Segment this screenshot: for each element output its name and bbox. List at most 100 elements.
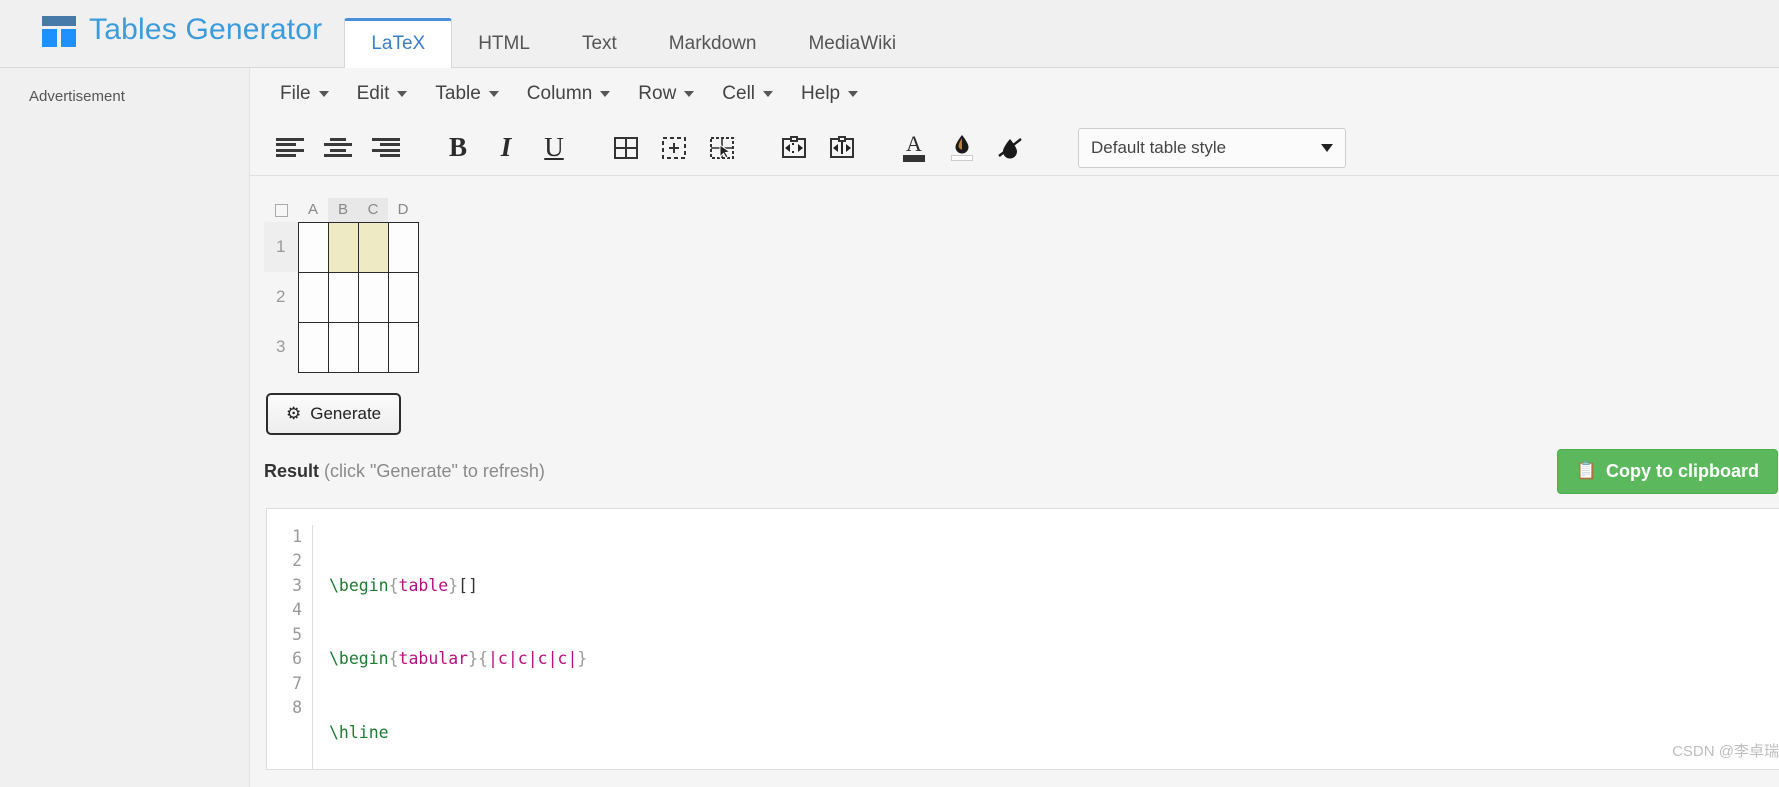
fill-color-swatch [951, 155, 973, 161]
cell-a2[interactable] [297, 271, 329, 323]
text-color-button[interactable]: A [892, 128, 936, 168]
cell-d1[interactable] [387, 221, 419, 273]
cell-b2[interactable] [327, 271, 359, 323]
table-style-select[interactable]: Default table style [1078, 127, 1346, 168]
bold-button[interactable]: B [436, 128, 480, 168]
menu-help-label: Help [801, 83, 841, 104]
borders-all-button[interactable] [604, 128, 648, 168]
editor-main: File Edit Table Column Row Cell Help B I… [250, 68, 1779, 787]
align-left-button[interactable] [268, 128, 312, 168]
menu-help[interactable]: Help [787, 77, 872, 111]
menu-edit[interactable]: Edit [343, 77, 422, 111]
underline-button[interactable]: U [532, 128, 576, 168]
text-color-icon: A [906, 130, 922, 156]
cell-b1[interactable] [327, 221, 359, 273]
chevron-down-icon [600, 91, 611, 97]
clear-formatting-button[interactable] [988, 128, 1032, 168]
gears-icon: ⚙ [286, 403, 302, 423]
select-all-checkbox[interactable] [274, 203, 288, 217]
align-right-button[interactable] [364, 128, 408, 168]
result-hint: (click "Generate" to refresh) [324, 460, 545, 481]
latex-output-panel[interactable]: 1 2 3 4 5 6 7 8 \begin{table}[] \begin{t… [266, 507, 1779, 770]
split-cells-button[interactable] [820, 128, 864, 168]
tab-mediawiki[interactable]: MediaWiki [782, 20, 922, 67]
bold-icon: B [448, 132, 467, 162]
formatting-toolbar: B I U A Default table style [250, 120, 1779, 176]
tab-latex[interactable]: LaTeX [344, 18, 453, 68]
line-number: 4 [292, 600, 302, 619]
menu-row[interactable]: Row [624, 77, 708, 111]
align-left-icon [276, 137, 304, 158]
table-logo-icon [42, 13, 76, 47]
result-label: Result (click "Generate" to refresh) [264, 461, 545, 482]
column-header-c[interactable]: C [358, 198, 388, 222]
chevron-down-icon [848, 91, 859, 97]
column-header-a[interactable]: A [298, 198, 328, 222]
code-line: \begin{tabular}{|c|c|c|c|} [329, 649, 588, 668]
menu-file[interactable]: File [266, 77, 343, 111]
brand[interactable]: Tables Generator [0, 0, 322, 67]
tab-html[interactable]: HTML [452, 20, 556, 67]
row-header-1[interactable]: 1 [264, 222, 298, 272]
line-number: 1 [292, 526, 302, 546]
fill-color-button[interactable] [940, 128, 984, 168]
clipboard-icon: 📋 [1575, 461, 1597, 480]
borders-selection-button[interactable] [700, 128, 744, 168]
menu-row-label: Row [638, 83, 677, 104]
column-header-row: A B C D [264, 198, 418, 222]
borders-none-button[interactable] [652, 128, 696, 168]
menu-table[interactable]: Table [421, 77, 512, 111]
line-number: 5 [292, 624, 302, 644]
table-row: 2 [264, 271, 419, 323]
cell-a1[interactable] [297, 221, 329, 273]
chevron-down-icon [397, 91, 408, 97]
cell-b3[interactable] [327, 321, 359, 373]
cell-c1[interactable] [357, 221, 389, 273]
tab-text[interactable]: Text [556, 20, 643, 67]
text-color-swatch [903, 154, 925, 162]
menu-column-label: Column [526, 83, 593, 104]
align-right-icon [372, 137, 400, 158]
menu-column[interactable]: Column [513, 77, 624, 111]
menubar: File Edit Table Column Row Cell Help [250, 68, 1779, 120]
column-header-b[interactable]: B [328, 198, 358, 222]
tab-markdown[interactable]: Markdown [643, 20, 783, 67]
brand-title: Tables Generator [89, 13, 323, 46]
borders-all-icon [614, 136, 638, 159]
copy-to-clipboard-button[interactable]: 📋 Copy to clipboard [1556, 448, 1778, 494]
code-line: \hline [329, 722, 389, 742]
code-line: \begin{table}[] [329, 575, 479, 595]
watermark: CSDN @李卓瑞 [1672, 742, 1779, 760]
merge-cells-button[interactable] [772, 128, 816, 168]
cell-d3[interactable] [387, 321, 419, 373]
line-number-gutter: 1 2 3 4 5 6 7 8 [267, 524, 313, 769]
align-center-button[interactable] [316, 128, 360, 168]
underline-icon: U [544, 132, 564, 162]
latex-code[interactable]: \begin{table}[] \begin{tabular}{|c|c|c|c… [313, 525, 945, 769]
table-editor: A B C D 1 2 3 ⚙ Generate Result (click "… [250, 176, 1779, 770]
chevron-down-icon [1321, 143, 1333, 152]
generate-button[interactable]: ⚙ Generate [266, 392, 402, 435]
chevron-down-icon [684, 91, 695, 97]
generate-label: Generate [310, 403, 382, 423]
spreadsheet-grid[interactable]: A B C D 1 2 3 [264, 198, 419, 373]
row-header-3[interactable]: 3 [264, 322, 298, 372]
cell-c2[interactable] [357, 271, 389, 323]
row-header-2[interactable]: 2 [264, 272, 298, 322]
cell-d2[interactable] [387, 271, 419, 323]
cell-a3[interactable] [297, 321, 329, 373]
cell-c3[interactable] [357, 321, 389, 373]
table-row: 3 [264, 321, 419, 373]
chevron-down-icon [318, 91, 329, 97]
chevron-down-icon [763, 91, 774, 97]
select-all-cell[interactable] [264, 198, 298, 222]
italic-button[interactable]: I [484, 128, 528, 168]
table-row: 1 [264, 221, 419, 273]
result-header-row: Result (click "Generate" to refresh) 📋 C… [264, 448, 1779, 494]
app-header: Tables Generator LaTeX HTML Text Markdow… [0, 0, 1779, 68]
align-center-icon [324, 137, 352, 158]
line-number: 7 [292, 673, 302, 693]
table-style-value: Default table style [1091, 137, 1227, 157]
column-header-d[interactable]: D [388, 198, 418, 222]
menu-cell[interactable]: Cell [708, 77, 787, 111]
